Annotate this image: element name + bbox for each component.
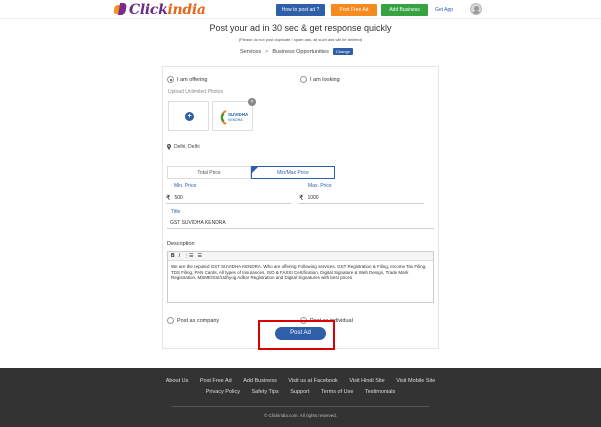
post-as-company-label: Post as company: [177, 317, 220, 324]
looking-label: I am looking: [310, 76, 340, 83]
offering-radio[interactable]: I am offering: [167, 76, 207, 83]
suvidha-kendra-logo-image: SUVIDHA KENDRA: [216, 109, 251, 126]
uploaded-photo-thumbnail: SUVIDHA KENDRA ×: [212, 98, 256, 131]
footer-copyright: © Clickindia.com. All rights reserved.: [263, 413, 338, 418]
title-input[interactable]: GST SUVIDHA KENDRA: [167, 217, 434, 229]
logo-icon: [113, 3, 128, 16]
post-ad-button[interactable]: Post Ad: [275, 327, 326, 340]
rupee-icon: ₹: [299, 194, 304, 202]
min-price-label: Min. Price: [174, 183, 197, 189]
radio-unselected-icon: [300, 76, 307, 83]
clickindia-logo[interactable]: Clickindia: [113, 1, 206, 18]
tab-min-max-price[interactable]: Min/Max Price: [251, 166, 335, 179]
min-price-input[interactable]: ₹ 500: [166, 192, 291, 204]
add-photo-button[interactable]: +: [168, 101, 209, 131]
radio-selected-icon: [167, 76, 174, 83]
description-text[interactable]: We are the reputed GST SUVIDHA KENDRA. W…: [168, 261, 433, 284]
footer-link-privacy-policy[interactable]: Privacy Policy: [206, 389, 240, 395]
post-free-ad-button[interactable]: Post Free Ad: [331, 4, 377, 16]
numbered-list-icon[interactable]: ⋮☰: [184, 253, 193, 259]
radio-unselected-icon: [167, 317, 174, 324]
top-header: Clickindia How to post ad ? Post Free Ad…: [0, 0, 601, 19]
breadcrumb-separator: >: [265, 48, 269, 55]
editor-toolbar: B I ⋮☰ ☰: [168, 252, 433, 261]
footer-divider: [172, 406, 429, 407]
remove-photo-close-icon[interactable]: ×: [248, 98, 256, 106]
upload-photos-label: Upload Unlimited Photos: [168, 89, 224, 95]
looking-radio[interactable]: I am looking: [300, 76, 340, 83]
footer-link-support[interactable]: Support: [290, 389, 309, 395]
italic-icon[interactable]: I: [179, 253, 180, 259]
logo-text-india: india: [167, 1, 206, 18]
min-price-value: 500: [174, 194, 183, 201]
max-price-input[interactable]: ₹ 1000: [299, 192, 424, 204]
price-type-tabs: Total Price Min/Max Price: [167, 166, 335, 179]
location[interactable]: Delhi, Delhi: [167, 144, 200, 150]
footer-link-testimonials[interactable]: Testimonials: [365, 389, 395, 395]
breadcrumb-services: Services: [240, 48, 262, 55]
footer-link-facebook[interactable]: Visit us at Facebook: [288, 378, 337, 384]
how-to-post-button[interactable]: How to post ad ?: [276, 4, 325, 16]
bullet-list-icon[interactable]: ☰: [198, 253, 202, 259]
footer-link-hindi-site[interactable]: Visit Hindi Site: [349, 378, 384, 384]
page-title: Post your ad in 30 sec & get response qu…: [209, 23, 392, 33]
breadcrumb: Services > Business Opportunities Change: [240, 47, 353, 56]
photo-text-kendra: KENDRA: [228, 118, 243, 122]
description-editor[interactable]: B I ⋮☰ ☰ We are the reputed GST SUVIDHA …: [167, 251, 434, 303]
plus-icon: +: [185, 112, 194, 121]
bold-icon[interactable]: B: [171, 253, 175, 259]
footer-link-about-us[interactable]: About Us: [166, 378, 189, 384]
footer-link-post-free-ad[interactable]: Post Free Ad: [200, 378, 232, 384]
offering-label: I am offering: [177, 76, 208, 83]
footer-link-add-business[interactable]: Add Business: [243, 378, 277, 384]
suvidha-arc-icon: [220, 110, 227, 125]
footer: About Us Post Free Ad Add Business Visit…: [0, 368, 601, 427]
page-subtitle: (Please do not post duplicate / spam ads…: [238, 37, 363, 42]
location-text: Delhi, Delhi: [174, 144, 200, 150]
change-category-button[interactable]: Change: [332, 48, 353, 55]
max-price-value: 1000: [307, 194, 319, 201]
footer-links-row-2: Privacy Policy Safety Tips Support Terms…: [0, 389, 601, 395]
rupee-icon: ₹: [166, 194, 171, 202]
footer-link-safety-tips[interactable]: Safety Tips: [252, 389, 279, 395]
footer-link-terms[interactable]: Terms of Use: [321, 389, 353, 395]
title-label: Title: [171, 209, 181, 215]
add-business-button[interactable]: Add Business: [381, 4, 428, 16]
user-avatar-icon[interactable]: [470, 3, 482, 15]
post-as-company-radio[interactable]: Post as company: [167, 317, 219, 324]
breadcrumb-category: Business Opportunities: [272, 48, 329, 55]
photo-text-suvidha: SUVIDHA: [228, 112, 249, 117]
location-pin-icon: [167, 144, 171, 150]
logo-text-click: Click: [129, 1, 168, 18]
description-label: Description: [167, 241, 195, 247]
footer-link-mobile-site[interactable]: Visit Mobile Site: [396, 378, 435, 384]
max-price-label: Max. Price: [308, 183, 332, 189]
footer-links-row-1: About Us Post Free Ad Add Business Visit…: [0, 378, 601, 384]
tab-total-price[interactable]: Total Price: [167, 166, 251, 179]
get-app-link[interactable]: Get App: [435, 4, 453, 16]
